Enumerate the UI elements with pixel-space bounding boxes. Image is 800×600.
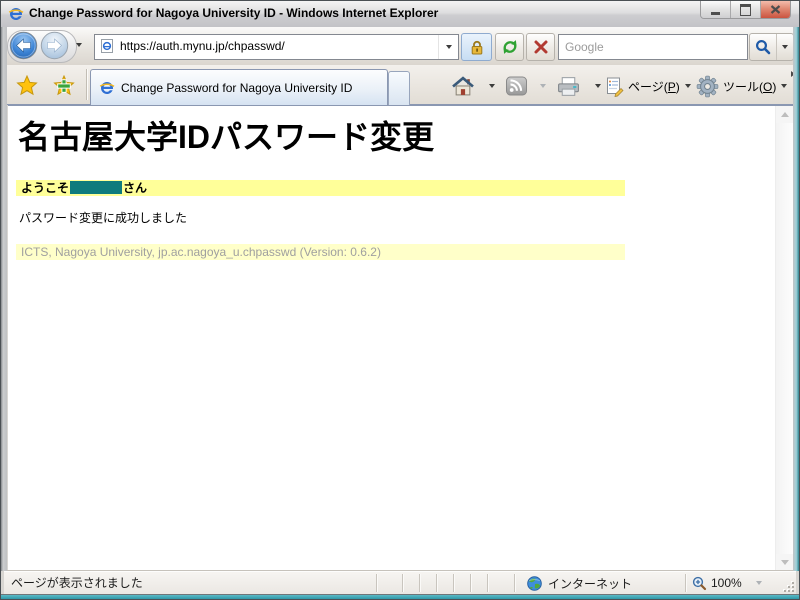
star-icon — [16, 75, 38, 96]
security-zone: インターネット — [527, 571, 632, 595]
welcome-prefix: ようこそ — [21, 181, 69, 195]
home-button[interactable] — [451, 73, 475, 99]
page-menu-icon — [606, 76, 624, 97]
feeds-dropdown[interactable] — [535, 73, 546, 99]
address-dropdown[interactable] — [438, 35, 458, 59]
status-pane-divider — [419, 574, 420, 592]
window-frame-left — [1, 27, 7, 571]
chevron-down-icon — [489, 84, 495, 88]
printer-icon — [556, 76, 581, 97]
search-icon — [755, 39, 771, 55]
address-bar[interactable]: https://auth.mynu.jp/chpasswd/ — [94, 34, 459, 60]
status-pane-divider — [487, 574, 488, 592]
chevron-down-icon — [595, 84, 601, 88]
window-frame-bottom — [1, 594, 799, 599]
welcome-banner: ようこそ さん — [16, 180, 625, 196]
status-pane-divider — [436, 574, 437, 592]
browser-window: Change Password for Nagoya University ID… — [0, 0, 800, 600]
minimize-icon — [711, 12, 720, 15]
favorites-center-button[interactable] — [9, 71, 44, 99]
tab-title: Change Password for Nagoya University ID — [121, 81, 352, 95]
toolbar-separator — [86, 69, 87, 100]
search-input[interactable] — [559, 35, 747, 59]
security-lock-button[interactable] — [461, 33, 492, 61]
add-favorite-button[interactable] — [46, 71, 81, 99]
recent-pages-dropdown[interactable] — [76, 43, 82, 47]
refresh-button[interactable] — [495, 33, 524, 61]
chevron-down-icon — [446, 45, 452, 49]
status-pane-divider — [402, 574, 403, 592]
minimize-button[interactable] — [701, 1, 731, 18]
status-message: ページが表示されました — [11, 571, 143, 595]
add-star-icon — [53, 75, 75, 96]
tools-menu-label: ツール(O) — [723, 78, 776, 95]
internet-globe-icon — [527, 576, 542, 591]
username-redaction — [70, 181, 122, 194]
home-icon — [451, 76, 475, 97]
arrow-down-icon — [781, 560, 789, 565]
chevron-down-icon — [781, 84, 787, 88]
chevron-down-icon — [756, 581, 762, 585]
scroll-up-button[interactable] — [776, 106, 793, 123]
arrow-up-icon — [781, 112, 789, 117]
search-button-group — [749, 33, 794, 61]
status-pane-divider — [453, 574, 454, 592]
navigation-bar: https://auth.mynu.jp/chpasswd/ — [2, 27, 798, 66]
window-title: Change Password for Nagoya University ID… — [29, 1, 438, 26]
stop-x-icon — [533, 39, 549, 55]
zoom-magnifier-icon — [692, 576, 707, 591]
window-frame-right — [793, 27, 799, 571]
print-button[interactable] — [556, 73, 581, 99]
tools-menu-button[interactable]: ツール(O) — [696, 73, 787, 99]
chevron-down-icon — [685, 84, 691, 88]
success-message: パスワード変更に成功しました — [19, 209, 187, 226]
page-menu-button[interactable]: ページ(P) — [606, 73, 691, 99]
feeds-button[interactable] — [505, 73, 528, 99]
zone-label: インターネット — [548, 575, 632, 592]
search-go-button[interactable] — [750, 34, 776, 60]
page-menu-label: ページ(P) — [628, 78, 680, 95]
home-dropdown[interactable] — [484, 73, 495, 99]
print-dropdown[interactable] — [590, 73, 601, 99]
zoom-control[interactable]: 100% — [692, 571, 762, 595]
status-pane-divider — [376, 574, 377, 592]
vertical-scrollbar[interactable] — [775, 106, 793, 571]
page-favicon-icon — [99, 38, 115, 54]
rss-feed-icon — [505, 76, 528, 96]
ie-page-icon — [99, 80, 115, 96]
forward-button[interactable] — [40, 31, 69, 60]
back-button[interactable] — [9, 31, 38, 60]
version-footer: ICTS, Nagoya University, jp.ac.nagoya_u.… — [16, 244, 625, 260]
search-box — [558, 34, 748, 60]
tab-command-bar: Change Password for Nagoya University ID — [2, 65, 798, 105]
maximize-button[interactable] — [731, 1, 761, 18]
ie-logo-icon — [8, 6, 24, 22]
close-button[interactable] — [761, 1, 790, 18]
maximize-icon — [740, 4, 751, 16]
page-title: 名古屋大学IDパスワード変更 — [18, 112, 434, 158]
window-controls — [700, 1, 791, 19]
zoom-level: 100% — [711, 576, 742, 590]
refresh-icon — [501, 38, 519, 56]
welcome-suffix: さん — [123, 181, 147, 195]
url-text: https://auth.mynu.jp/chpasswd/ — [120, 35, 285, 58]
scroll-down-button[interactable] — [776, 554, 793, 571]
status-bar: ページが表示されました インターネット 100% — [4, 570, 796, 595]
lock-icon — [469, 39, 485, 56]
chevron-down-icon — [782, 45, 788, 49]
status-pane-divider — [514, 574, 515, 592]
resize-grip[interactable] — [782, 580, 794, 592]
new-tab-button[interactable] — [388, 71, 410, 105]
gear-icon — [696, 75, 719, 98]
page-content: 名古屋大学IDパスワード変更 ようこそ さん パスワード変更に成功しました ICT… — [8, 105, 793, 571]
status-pane-divider — [685, 574, 686, 592]
chevron-down-icon — [76, 43, 82, 47]
search-options-dropdown[interactable] — [776, 34, 792, 60]
title-bar[interactable]: Change Password for Nagoya University ID… — [1, 1, 799, 28]
tab-change-password[interactable]: Change Password for Nagoya University ID — [90, 69, 388, 105]
chevron-down-icon — [540, 84, 546, 88]
close-icon — [770, 5, 781, 14]
stop-button[interactable] — [526, 33, 555, 61]
status-pane-divider — [470, 574, 471, 592]
